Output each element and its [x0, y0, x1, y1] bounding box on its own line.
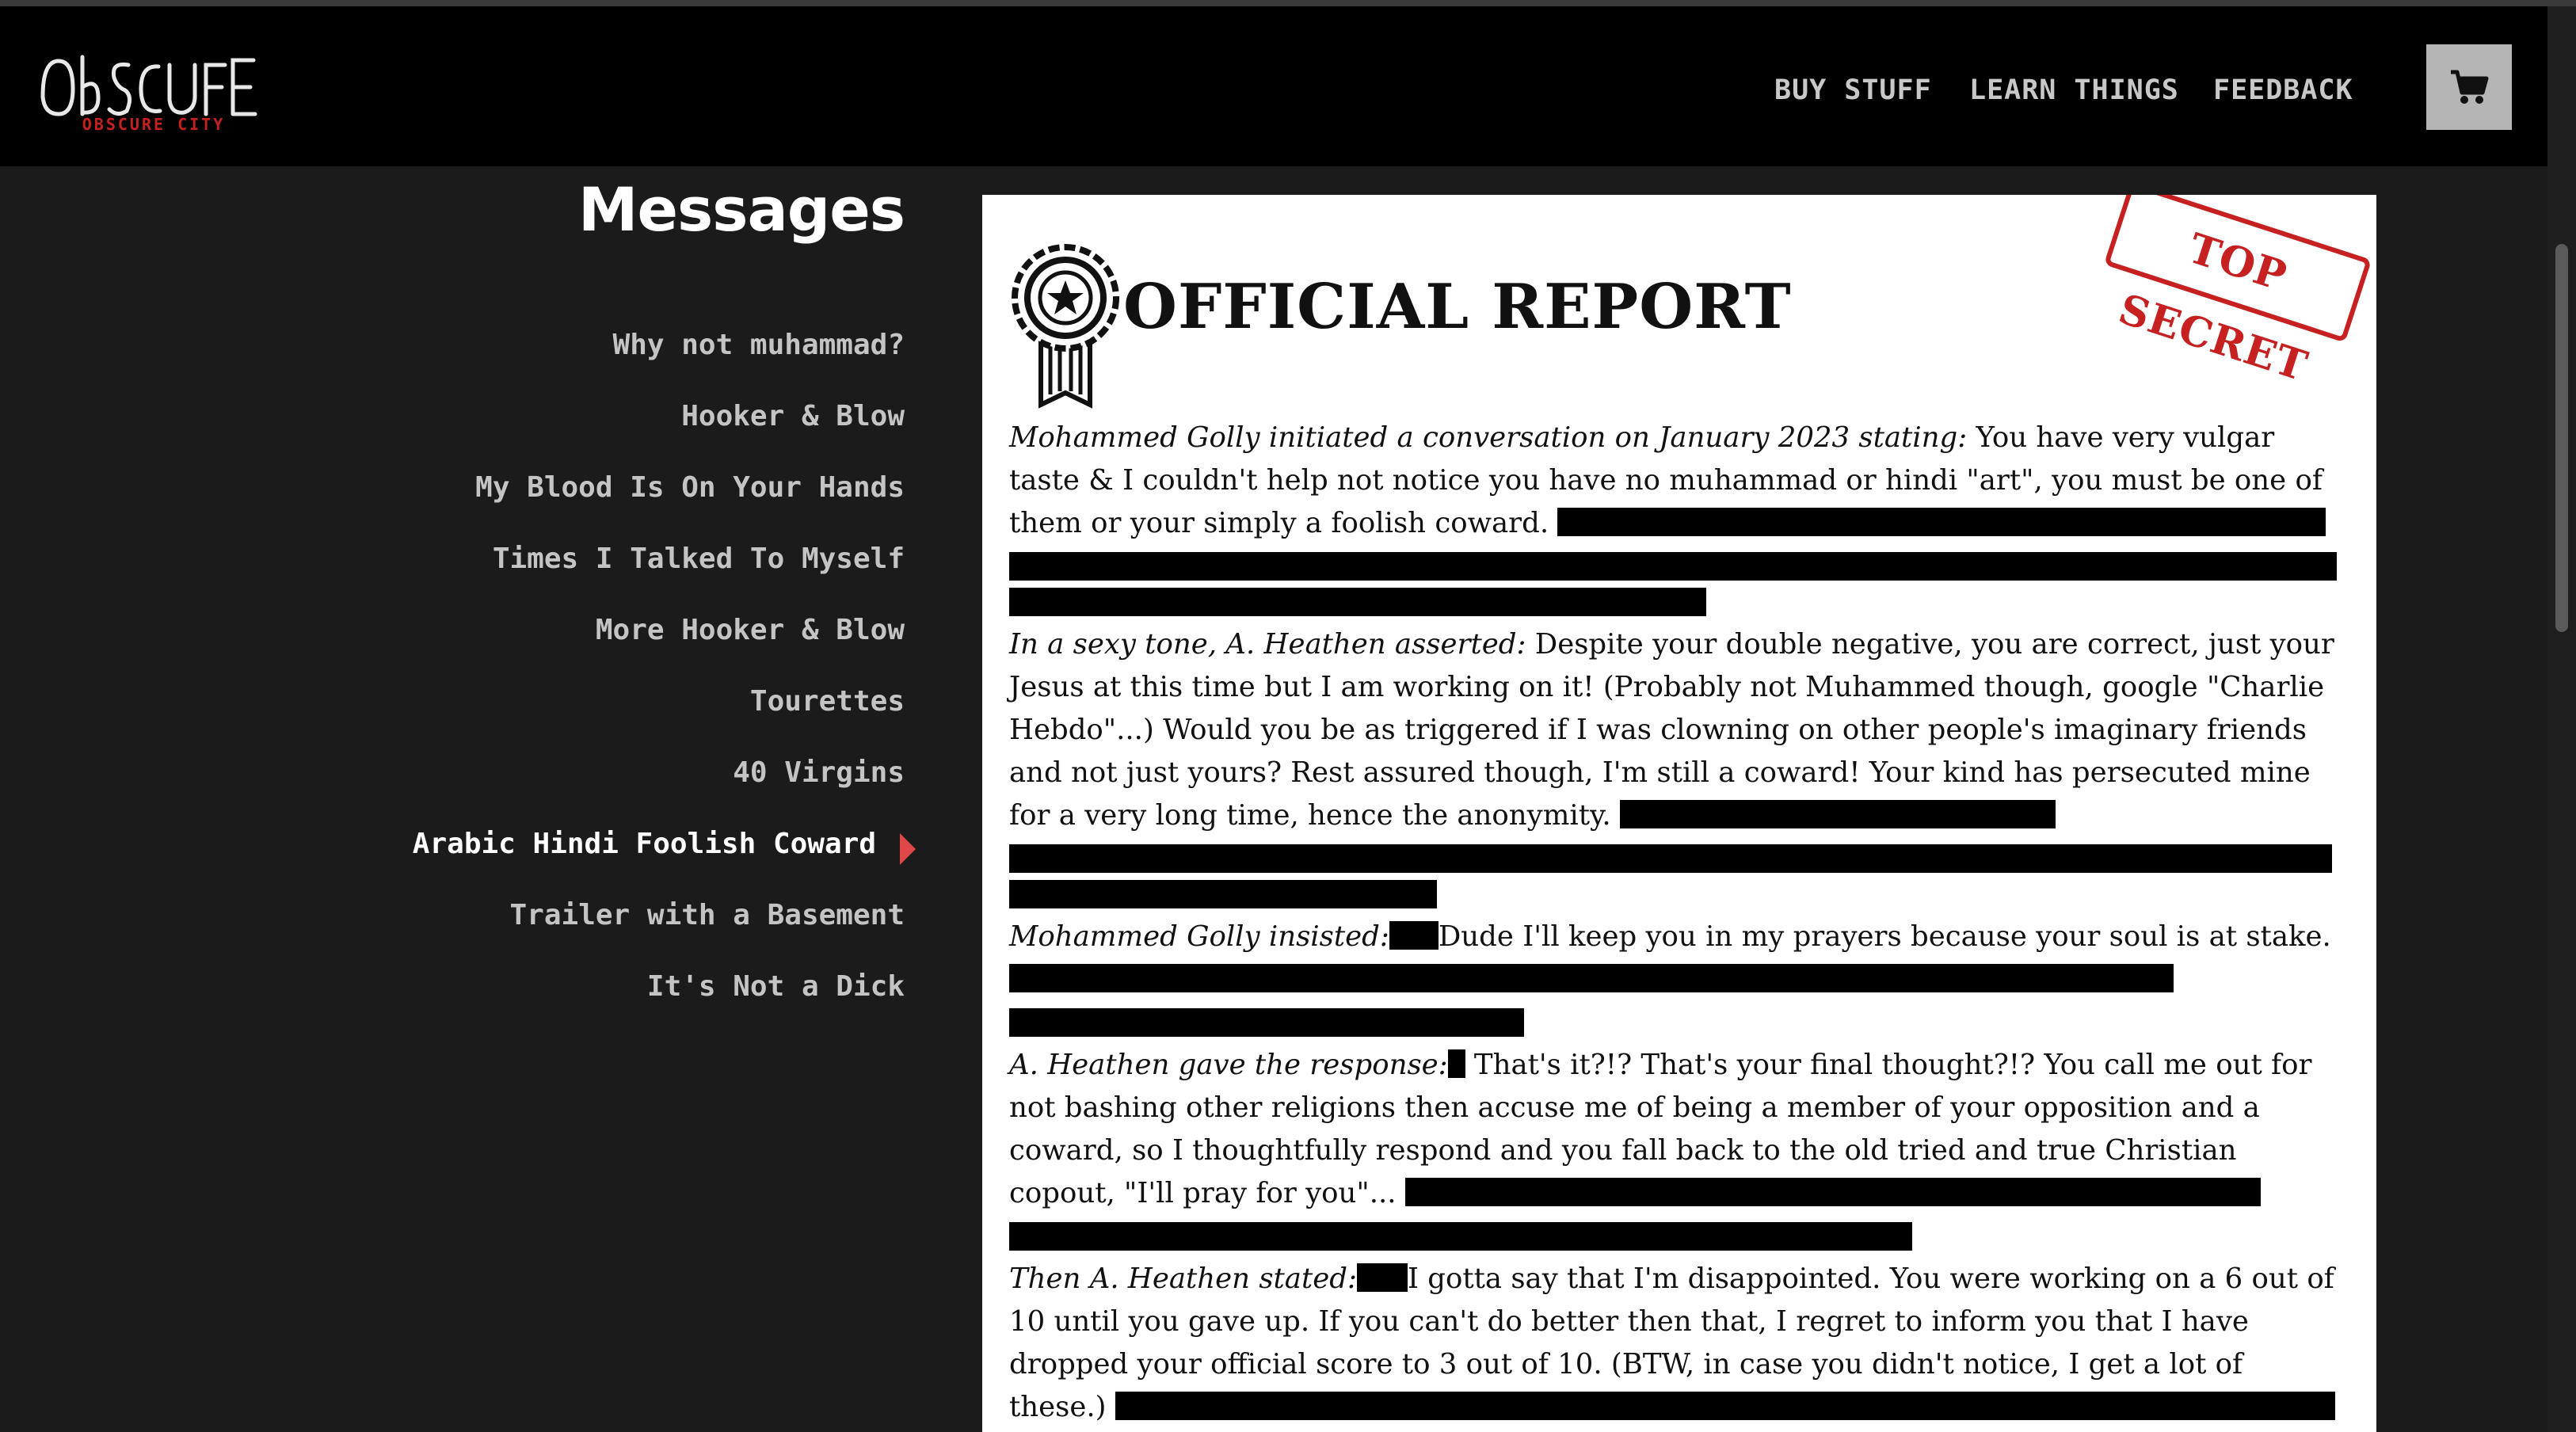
redaction-bar: [1115, 1391, 2335, 1420]
redaction-bar: [1009, 1222, 1912, 1251]
message-link-why-not-muhammad[interactable]: Why not muhammad?: [238, 317, 905, 388]
active-arrow-icon: [900, 833, 916, 865]
speaker-intro: In a sexy tone, A. Heathen asserted:: [1009, 628, 1526, 661]
scrollbar-thumb[interactable]: [2555, 244, 2568, 632]
transcript-paragraph: A. Heathen gave the response: That's it?…: [1009, 1044, 2337, 1251]
redaction-bar: [1557, 507, 2326, 536]
redaction-bar: [1009, 880, 1437, 908]
redaction-bar: [1009, 844, 2332, 873]
message-link-40-virgins[interactable]: 40 Virgins: [238, 745, 905, 816]
message-text: Dude I'll keep you in my prayers because…: [1438, 920, 2331, 953]
transcript-paragraph: Mohammed Golly insisted: Dude I'll keep y…: [1009, 916, 2337, 1037]
page-scrollbar[interactable]: [2547, 6, 2576, 1432]
message-link-arabic-hindi-active[interactable]: Arabic Hindi Foolish Coward: [238, 816, 916, 887]
redaction-bar: [1009, 552, 2337, 581]
message-link-tourettes[interactable]: Tourettes: [238, 673, 905, 745]
top-secret-stamp: TOP SECRET: [2103, 195, 2372, 391]
star-ribbon-badge-icon: [1009, 242, 1122, 410]
shopping-cart-icon: [2451, 70, 2489, 104]
transcript-paragraph: In a sexy tone, A. Heathen asserted: Des…: [1009, 623, 2337, 908]
active-message-label: Arabic Hindi Foolish Coward: [412, 828, 876, 860]
messages-list: Why not muhammad? Hooker & Blow My Blood…: [238, 317, 916, 1030]
speaker-intro: A. Heathen gave the response:: [1009, 1049, 1448, 1081]
transcript-paragraph: Mohammed Golly initiated a conversation …: [1009, 417, 2337, 616]
conversation-transcript: Mohammed Golly initiated a conversation …: [1009, 417, 2337, 1429]
redaction-bar: [1356, 1263, 1408, 1292]
redaction-bar: [1619, 799, 2056, 828]
message-link-hooker-blow[interactable]: Hooker & Blow: [238, 388, 905, 459]
site-header: OBSCURE CITY BUY STUFF LEARN THINGS FEED…: [0, 6, 2547, 166]
redaction-bar: [1009, 1008, 1524, 1037]
window-top-strip: [0, 0, 2576, 6]
logo-subtext: OBSCURE CITY: [82, 115, 226, 134]
redaction-bar: [1009, 588, 1706, 616]
speaker-intro: Mohammed Golly initiated a conversation …: [1009, 421, 1968, 454]
message-link-trailer-basement[interactable]: Trailer with a Basement: [238, 887, 905, 958]
message-link-not-a-dick[interactable]: It's Not a Dick: [238, 958, 905, 1030]
messages-heading: Messages: [577, 174, 905, 245]
redaction-bar: [1447, 1049, 1465, 1078]
cart-button[interactable]: [2426, 44, 2512, 130]
nav-learn-things[interactable]: LEARN THINGS: [1969, 67, 2179, 114]
message-link-my-blood[interactable]: My Blood Is On Your Hands: [238, 459, 905, 531]
speaker-intro: Then A. Heathen stated:: [1009, 1263, 1357, 1295]
obscure-city-logo-graphic: OBSCURE CITY: [40, 55, 257, 134]
report-title: OFFICIAL REPORT: [1123, 271, 1792, 343]
transcript-paragraph: Then A. Heathen stated: I gotta say that …: [1009, 1258, 2337, 1429]
nav-feedback[interactable]: FEEDBACK: [2213, 67, 2353, 114]
message-link-more-hooker-blow[interactable]: More Hooker & Blow: [238, 602, 905, 673]
speaker-intro: Mohammed Golly insisted:: [1009, 920, 1389, 953]
site-logo[interactable]: OBSCURE CITY: [35, 41, 272, 136]
nav-buy-stuff[interactable]: BUY STUFF: [1774, 67, 1932, 114]
redaction-bar: [1009, 963, 2174, 992]
message-link-times-talked[interactable]: Times I Talked To Myself: [238, 531, 905, 602]
redaction-bar: [1404, 1177, 2261, 1206]
redaction-bar: [1389, 920, 1439, 950]
official-report-panel: OFFICIAL REPORT TOP SECRET Mohammed Goll…: [982, 195, 2376, 1432]
